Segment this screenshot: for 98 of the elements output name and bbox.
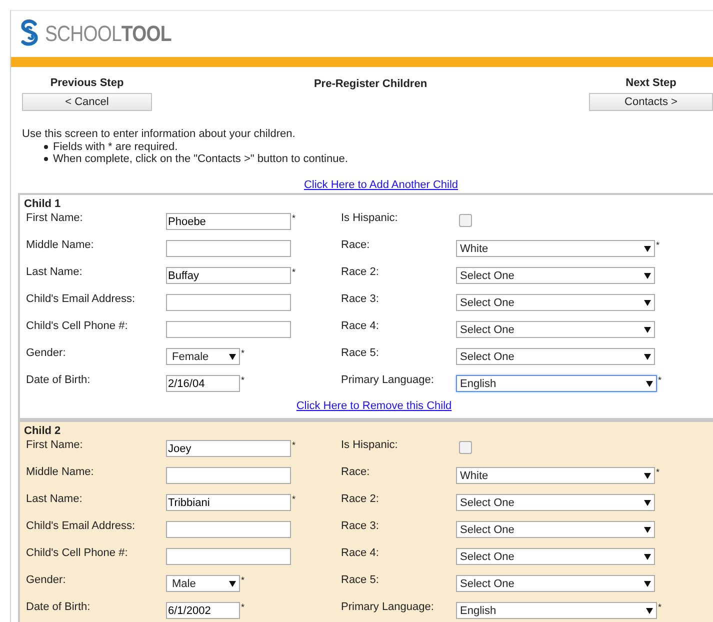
dropdown[interactable]: Male [166, 575, 240, 592]
caret-icon [644, 580, 651, 586]
field-label: Child's Email Address: [26, 292, 136, 305]
instruction-item: Fields with * are required. [53, 140, 178, 154]
text-field[interactable]: Joey [166, 440, 291, 457]
caret-icon [644, 326, 651, 332]
instructions-text: Use this screen to enter information about your children. [22, 128, 296, 140]
required-mark: * [656, 241, 660, 250]
instruction-item: When complete, click on the "Contacts >" button to continue. [53, 152, 348, 166]
caret-icon [644, 272, 651, 278]
bullet-icon [44, 157, 48, 161]
bullet-icon [44, 145, 48, 149]
child-heading: Child 1 [24, 198, 61, 210]
required-mark: * [241, 349, 245, 358]
caret-icon [229, 580, 236, 586]
text-field[interactable] [166, 467, 291, 484]
logo-icon [19, 19, 41, 49]
field-label: Date of Birth: [26, 373, 92, 386]
field-label: Race 4: [341, 319, 380, 332]
child-heading: Child 2 [24, 425, 61, 437]
dropdown[interactable]: English [456, 602, 657, 619]
required-mark: * [292, 441, 296, 450]
dropdown[interactable]: White [456, 240, 655, 257]
dropdown[interactable]: Select One [456, 521, 655, 538]
caret-icon [644, 500, 651, 506]
field-label: First Name: [26, 211, 84, 224]
dropdown[interactable]: Select One [456, 321, 655, 338]
field-label: Middle Name: [26, 465, 95, 478]
caret-icon [644, 246, 651, 252]
field-label: Race 2: [341, 265, 380, 278]
required-mark: * [241, 376, 245, 385]
caret-icon [644, 554, 651, 560]
dropdown[interactable]: Select One [456, 494, 655, 511]
previous-step-heading: Previous Step [50, 77, 124, 89]
text-field[interactable]: Phoebe [166, 213, 291, 230]
next-step-heading: Next Step [626, 77, 676, 89]
logo-text: SCHOOLTOOL [45, 21, 172, 47]
remove-child-link[interactable]: Click Here to Remove this Child [296, 400, 452, 412]
field-label: Date of Birth: [26, 600, 92, 613]
caret-icon [644, 526, 651, 532]
text-field[interactable]: Tribbiani [166, 494, 291, 511]
required-mark: * [292, 214, 296, 223]
text-field[interactable]: 6/1/2002 [166, 602, 240, 619]
caret-icon [644, 300, 651, 306]
caret-icon [646, 608, 653, 614]
caret-icon [229, 354, 236, 360]
required-mark: * [656, 468, 660, 477]
field-label: Child's Email Address: [26, 519, 136, 532]
field-label: Primary Language: [341, 373, 435, 386]
field-label: Race 4: [341, 546, 380, 559]
required-mark: * [241, 576, 245, 585]
field-label: Race 2: [341, 492, 380, 505]
dropdown[interactable]: White [456, 467, 655, 484]
text-field[interactable]: Buffay [166, 267, 291, 284]
dropdown[interactable]: Select One [456, 548, 655, 565]
add-child-link[interactable]: Click Here to Add Another Child [304, 179, 458, 191]
cancel-button[interactable]: < Cancel [22, 93, 152, 111]
text-field[interactable] [166, 321, 291, 338]
field-label: Gender: [26, 573, 67, 586]
field-label: Race: [341, 238, 371, 251]
field-label: Race 5: [341, 573, 380, 586]
dropdown[interactable]: Female [166, 348, 240, 365]
dropdown[interactable]: Select One [456, 294, 655, 311]
field-label: Is Hispanic: [341, 438, 399, 451]
field-label: Race 3: [341, 292, 380, 305]
dropdown[interactable]: Select One [456, 348, 655, 365]
field-label: Gender: [26, 346, 67, 359]
dropdown[interactable]: Select One [456, 267, 655, 284]
required-mark: * [241, 603, 245, 612]
required-mark: * [658, 603, 662, 612]
caret-icon [644, 354, 651, 360]
dropdown[interactable]: Select One [456, 575, 655, 592]
contacts-button[interactable]: Contacts > [589, 93, 713, 111]
field-label: Race 5: [341, 346, 380, 359]
field-label: Last Name: [26, 265, 84, 278]
checkbox[interactable] [459, 441, 472, 454]
required-mark: * [292, 268, 296, 277]
text-field[interactable] [166, 521, 291, 538]
field-label: Last Name: [26, 492, 84, 505]
field-label: First Name: [26, 438, 84, 451]
field-label: Primary Language: [341, 600, 435, 613]
page-title: Pre-Register Children [314, 78, 428, 90]
checkbox[interactable] [459, 214, 472, 227]
caret-icon [644, 472, 651, 478]
caret-icon [646, 380, 653, 386]
field-label: Race: [341, 465, 371, 478]
field-label: Is Hispanic: [341, 211, 399, 224]
text-field[interactable]: 2/16/04 [166, 375, 240, 392]
field-label: Race 3: [341, 519, 380, 532]
dropdown[interactable]: English [456, 375, 657, 392]
text-field[interactable] [166, 294, 291, 311]
text-field[interactable] [166, 240, 291, 257]
text-field[interactable] [166, 548, 291, 565]
required-mark: * [292, 495, 296, 504]
field-label: Child's Cell Phone #: [26, 546, 129, 559]
field-label: Child's Cell Phone #: [26, 319, 129, 332]
required-mark: * [658, 376, 662, 385]
field-label: Middle Name: [26, 238, 95, 251]
